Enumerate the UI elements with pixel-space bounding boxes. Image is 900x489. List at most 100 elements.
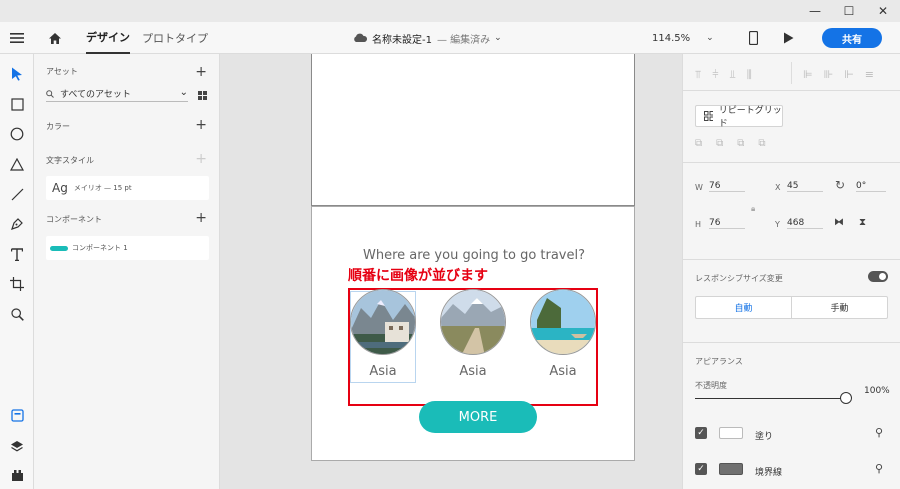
resize-mode-segmented: 自動 手動 [695, 296, 888, 319]
maximize-button[interactable]: ☐ [832, 0, 866, 22]
distribute-horizontal-icon[interactable]: ⫼ [747, 68, 752, 82]
opacity-slider-track[interactable] [695, 398, 851, 399]
assets-panel-icon[interactable] [0, 400, 34, 430]
window-titlebar: — ☐ ✕ [0, 0, 900, 22]
repeat-grid-button[interactable]: リピートグリッド [695, 105, 783, 129]
polygon-tool-icon[interactable] [0, 149, 34, 179]
plugins-icon[interactable] [0, 460, 34, 489]
artboard-tool-icon[interactable] [0, 269, 34, 299]
align-right-icon[interactable]: ⊩ [844, 68, 854, 81]
ellipse-tool-icon[interactable] [0, 119, 34, 149]
search-icon [46, 89, 54, 98]
component-card[interactable]: コンポーネント 1 [46, 236, 209, 260]
layers-icon[interactable] [0, 431, 34, 461]
property-inspector: ⫪ ⫩ ⫫ ⫼ ⊫ ⊪ ⊩ ≡ リピートグリッド ⧉ ⧉ ⧉ ⧉ W 76 X … [682, 54, 900, 489]
artboard[interactable]: Where are you going to go travel? 順番に画像が… [311, 206, 635, 461]
document-status: — 編集済み [436, 34, 491, 46]
zoom-tool-icon[interactable] [0, 299, 34, 329]
lock-aspect-icon[interactable]: 🔒︎ [751, 204, 755, 214]
document-title[interactable]: 名称未設定-1 — 編集済み ⌄ [352, 22, 502, 54]
close-button[interactable]: ✕ [866, 0, 900, 22]
responsive-resize-label: レスポンシブサイズ変更 [695, 274, 783, 283]
opacity-value[interactable]: 100% [864, 386, 890, 396]
align-bottom-icon[interactable]: ⫫ [730, 68, 736, 82]
opacity-slider-handle[interactable] [840, 392, 852, 404]
tab-prototype[interactable]: プロトタイプ [142, 30, 208, 46]
add-asset-plus-icon[interactable]: + [195, 65, 207, 79]
width-label: W [695, 183, 703, 192]
more-button[interactable]: MORE [419, 401, 537, 433]
x-field[interactable]: 45 [787, 181, 823, 192]
line-tool-icon[interactable] [0, 179, 34, 209]
rotation-field[interactable]: 0° [856, 181, 886, 192]
play-icon[interactable] [783, 22, 794, 54]
asset-filter-dropdown[interactable]: すべてのアセット ⌄ [46, 86, 188, 102]
chevron-down-icon: ⌄ [494, 33, 502, 43]
flip-horizontal-icon[interactable]: ⧓ [834, 217, 844, 228]
mobile-preview-icon[interactable] [749, 22, 758, 54]
boolean-subtract-icon[interactable]: ⧉ [716, 138, 723, 149]
width-field[interactable]: 76 [709, 181, 745, 192]
fill-label: 塗り [755, 432, 774, 442]
zoom-dropdown[interactable]: 114.5% ⌄ [652, 22, 714, 54]
hamburger-menu-icon[interactable] [10, 22, 24, 54]
fill-checkbox[interactable]: ✓ [695, 427, 707, 439]
divider [683, 162, 900, 163]
repeat-grid-label: リピートグリッド [718, 106, 782, 129]
height-label: H [695, 220, 702, 229]
home-icon[interactable] [48, 22, 62, 54]
resize-manual-option[interactable]: 手動 [792, 297, 887, 318]
tab-design[interactable]: デザイン [86, 22, 130, 54]
eyedropper-icon[interactable]: ⚲ [875, 462, 883, 475]
text-style-card[interactable]: Ag メイリオ — 15 pt [46, 176, 209, 200]
align-left-icon[interactable]: ⊫ [803, 68, 813, 81]
x-label: X [775, 183, 781, 192]
share-button[interactable]: 共有 [822, 28, 882, 48]
align-middle-icon[interactable]: ⫩ [712, 68, 718, 82]
chevron-down-icon: ⌄ [706, 33, 714, 43]
height-field[interactable]: 76 [709, 218, 745, 229]
add-color-plus-icon[interactable]: + [195, 118, 207, 132]
grid-view-icon[interactable] [198, 90, 207, 103]
y-label: Y [775, 220, 780, 229]
assets-title: アセット [46, 67, 78, 76]
border-swatch[interactable] [719, 463, 743, 475]
asia-image-3[interactable] [530, 289, 596, 355]
assets-panel: アセット + すべてのアセット ⌄ カラー + 文字スタイル + Ag メイリオ… [34, 54, 220, 489]
rotate-icon: ↻ [835, 178, 846, 192]
divider [683, 90, 900, 91]
responsive-resize-toggle[interactable] [868, 271, 888, 282]
boolean-add-icon[interactable]: ⧉ [695, 138, 702, 149]
border-label: 境界線 [755, 468, 783, 478]
text-style-desc: メイリオ — 15 pt [73, 184, 132, 192]
artboard-upper[interactable] [311, 54, 635, 206]
text-style-sample: Ag [52, 181, 68, 195]
boolean-intersect-icon[interactable]: ⧉ [737, 138, 744, 149]
minimize-button[interactable]: — [798, 0, 832, 22]
eyedropper-icon[interactable]: ⚲ [875, 426, 883, 439]
distribute-vertical-icon[interactable]: ≡ [865, 68, 874, 81]
add-component-plus-icon[interactable]: + [195, 211, 207, 225]
document-name: 名称未設定-1 [372, 34, 432, 46]
rectangle-tool-icon[interactable] [0, 89, 34, 119]
align-toolbar: ⫪ ⫩ ⫫ ⫼ [695, 68, 752, 82]
asia-image-1[interactable] [350, 289, 416, 355]
colors-title: カラー [46, 122, 70, 131]
y-field[interactable]: 468 [787, 218, 823, 229]
border-checkbox[interactable]: ✓ [695, 463, 707, 475]
fill-swatch[interactable] [719, 427, 743, 439]
asia-image-2[interactable] [440, 289, 506, 355]
select-tool-icon[interactable] [0, 59, 34, 89]
align-center-icon[interactable]: ⊪ [824, 68, 834, 81]
align-horizontal-toolbar: ⊫ ⊪ ⊩ ≡ [803, 68, 874, 81]
align-top-icon[interactable]: ⫪ [695, 68, 701, 82]
resize-auto-option[interactable]: 自動 [696, 297, 792, 318]
text-tool-icon[interactable] [0, 239, 34, 269]
text-styles-title: 文字スタイル [46, 156, 94, 165]
pen-tool-icon[interactable] [0, 209, 34, 239]
design-canvas[interactable]: Where are you going to go travel? 順番に画像が… [220, 54, 682, 489]
flip-vertical-icon[interactable]: ⧗ [859, 217, 866, 228]
app-header: デザイン プロトタイプ 名称未設定-1 — 編集済み ⌄ 114.5% ⌄ 共有 [0, 22, 900, 54]
tools-toolbar [0, 54, 34, 489]
boolean-exclude-icon[interactable]: ⧉ [758, 138, 765, 149]
